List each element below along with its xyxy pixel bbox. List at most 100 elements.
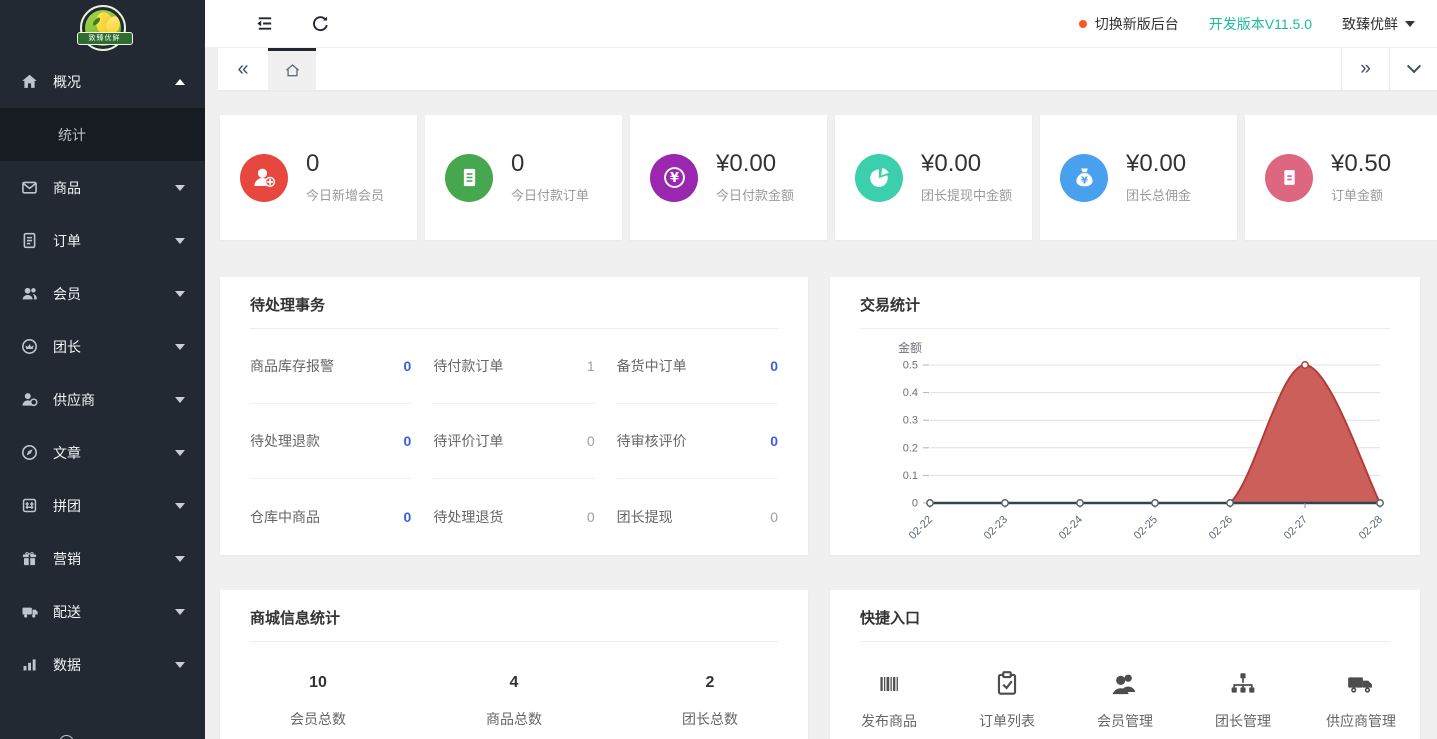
sidebar-item-data[interactable]: 数据 bbox=[0, 638, 205, 691]
svg-text:0.4: 0.4 bbox=[903, 387, 918, 399]
sidebar-item-suppliers[interactable]: 供应商 bbox=[0, 373, 205, 426]
sidebar-item-orders[interactable]: 订单 bbox=[0, 214, 205, 267]
brand-logo-text: 致臻优鲜 bbox=[77, 32, 133, 45]
account-dropdown[interactable]: 致臻优鲜 bbox=[1342, 14, 1415, 34]
dashboard-content: 0 今日新增会员 0 今日付款订单 ¥ ¥0.00 今 bbox=[205, 90, 1437, 739]
collapse-sidebar-button[interactable] bbox=[253, 13, 275, 35]
pending-cell: 待处理退货 0 bbox=[433, 479, 594, 554]
svg-text:02-22: 02-22 bbox=[907, 514, 935, 542]
sidebar-item-label: 团长 bbox=[53, 337, 175, 357]
pending-cell: 备货中订单0 bbox=[617, 329, 778, 404]
sidebar-item-label: 配送 bbox=[53, 602, 175, 622]
chevron-down-icon bbox=[175, 397, 185, 403]
sidebar-menu: 概况 统计 商品 订单 会员 bbox=[0, 55, 205, 691]
stat-value: ¥0.00 bbox=[1126, 151, 1191, 177]
orange-dot-icon bbox=[1079, 20, 1087, 28]
panels-row-1: 待处理事务 商品库存报警0 待付款订单1 备货中订单0 待处理退款0 待评价订单… bbox=[220, 277, 1420, 555]
pending-value[interactable]: 0 bbox=[770, 358, 778, 374]
sidebar-item-label: 概况 bbox=[53, 72, 175, 92]
sidebar-item-leaders[interactable]: 团长 bbox=[0, 320, 205, 373]
stat-value: ¥0.00 bbox=[716, 151, 794, 177]
chevron-down-icon bbox=[175, 662, 185, 668]
stat-value: 0 bbox=[511, 151, 589, 177]
pending-value[interactable]: 0 bbox=[587, 509, 595, 525]
pending-value[interactable]: 0 bbox=[404, 433, 412, 449]
user-plus-icon bbox=[240, 154, 288, 202]
home-outline-icon bbox=[284, 62, 301, 79]
pending-value[interactable]: 1 bbox=[587, 358, 595, 374]
pending-label: 待处理退款 bbox=[250, 431, 320, 451]
tab-home[interactable] bbox=[268, 48, 316, 90]
member-icon bbox=[20, 285, 38, 303]
sidebar-item-label: 文章 bbox=[53, 443, 175, 463]
sidebar-item-label: 拼团 bbox=[53, 496, 175, 516]
stat-text: ¥0.00 今日付款金额 bbox=[716, 151, 794, 203]
panel-title: 交易统计 bbox=[830, 277, 1420, 328]
svg-text:¥: ¥ bbox=[1081, 176, 1088, 187]
pending-cell: 仓库中商品0 bbox=[250, 479, 411, 554]
quick-entry-grid: 发布商品 订单列表 会员管理 bbox=[830, 642, 1420, 731]
refresh-icon[interactable] bbox=[309, 13, 331, 35]
svg-text:02-23: 02-23 bbox=[982, 514, 1010, 542]
mall-stat: 10 会员总数 bbox=[220, 674, 416, 729]
pending-value[interactable]: 0 bbox=[770, 433, 778, 449]
sidebar-item-label: 供应商 bbox=[53, 390, 175, 410]
chevron-down-icon bbox=[175, 609, 185, 615]
quick-entry-supplier-manage[interactable]: 供应商管理 bbox=[1302, 668, 1420, 731]
pending-cell: 待处理退款 0 bbox=[250, 404, 411, 479]
pending-cell: 商品库存报警0 bbox=[250, 329, 411, 404]
tabs-scroll-right-button[interactable]: » bbox=[1341, 48, 1389, 90]
sidebar-item-groupbuy[interactable]: 拼团 bbox=[0, 479, 205, 532]
sidebar-item-articles[interactable]: 文章 bbox=[0, 426, 205, 479]
quick-entry-leader-manage[interactable]: 团长管理 bbox=[1184, 668, 1302, 731]
chevron-down-icon bbox=[175, 291, 185, 297]
chevron-down-icon bbox=[175, 238, 185, 244]
stat-value: ¥0.00 bbox=[921, 151, 1012, 177]
panels-row-2: 商城信息统计 10 会员总数 4 商品总数 2 团长总数 bbox=[220, 590, 1420, 739]
pending-label: 待处理退货 bbox=[433, 507, 503, 527]
chevron-down-icon bbox=[1405, 21, 1415, 27]
sidebar-item-goods[interactable]: 商品 bbox=[0, 161, 205, 214]
pending-value[interactable]: 0 bbox=[404, 358, 412, 374]
tabbar-spacer bbox=[316, 48, 1341, 90]
tab-bar: « » bbox=[218, 48, 1437, 90]
sidebar-item-label: 商品 bbox=[53, 178, 175, 198]
dev-version-link[interactable]: 开发版本V11.5.0 bbox=[1209, 14, 1312, 34]
document-icon bbox=[445, 154, 493, 202]
pending-value[interactable]: 0 bbox=[587, 433, 595, 449]
trade-stats-panel: 交易统计 金额00.10.20.30.40.502-2202-2302-2402… bbox=[830, 277, 1420, 555]
sidebar-item-overview[interactable]: 概况 bbox=[0, 55, 205, 108]
svg-text:02-24: 02-24 bbox=[1057, 514, 1085, 542]
mall-stats-panel: 商城信息统计 10 会员总数 4 商品总数 2 团长总数 bbox=[220, 590, 808, 739]
pending-label: 待审核评价 bbox=[617, 431, 687, 451]
sidebar-subitem-statistics[interactable]: 统计 bbox=[0, 108, 205, 161]
stat-text: ¥0.00 团长总佣金 bbox=[1126, 151, 1191, 203]
svg-text:02-28: 02-28 bbox=[1357, 514, 1385, 542]
stat-card: ¥ ¥0.00 今日付款金额 bbox=[630, 115, 827, 240]
sidebar-item-delivery[interactable]: 配送 bbox=[0, 585, 205, 638]
dashboard-page: { "brand": { "logo_text": "致臻优鲜" }, "sid… bbox=[0, 0, 1437, 739]
chevron-down-icon bbox=[175, 556, 185, 562]
tabs-dropdown-button[interactable] bbox=[1389, 48, 1437, 90]
stat-card: ¥0.50 订单金额 bbox=[1245, 115, 1437, 240]
quick-entry-order-list[interactable]: 订单列表 bbox=[948, 668, 1066, 731]
sidebar-item-marketing[interactable]: 营销 bbox=[0, 532, 205, 585]
chevron-down-icon bbox=[175, 503, 185, 509]
pending-value[interactable]: 0 bbox=[770, 509, 778, 525]
pending-grid: 商品库存报警0 待付款订单1 备货中订单0 待处理退款0 待评价订单0 待审核评… bbox=[220, 329, 808, 554]
quick-entry-member-manage[interactable]: 会员管理 bbox=[1066, 668, 1184, 731]
truck-icon bbox=[1302, 668, 1420, 700]
next-menu-item-partial-icon bbox=[59, 735, 74, 739]
pending-value[interactable]: 0 bbox=[404, 509, 412, 525]
trade-area-chart: 金额00.10.20.30.40.502-2202-2302-2402-2502… bbox=[830, 329, 1420, 550]
tabs-scroll-left-button[interactable]: « bbox=[218, 48, 268, 90]
quick-entry-publish-goods[interactable]: 发布商品 bbox=[830, 668, 948, 731]
mall-stat-value: 4 bbox=[416, 674, 612, 692]
panel-title: 快捷入口 bbox=[830, 590, 1420, 641]
pending-label: 待评价订单 bbox=[433, 431, 503, 451]
goods-icon bbox=[20, 179, 38, 197]
switch-new-admin-link[interactable]: 切换新版后台 bbox=[1079, 14, 1179, 34]
stat-text: 0 今日付款订单 bbox=[511, 151, 589, 203]
sidebar-item-members[interactable]: 会员 bbox=[0, 267, 205, 320]
quick-entry-label: 团长管理 bbox=[1184, 711, 1302, 731]
